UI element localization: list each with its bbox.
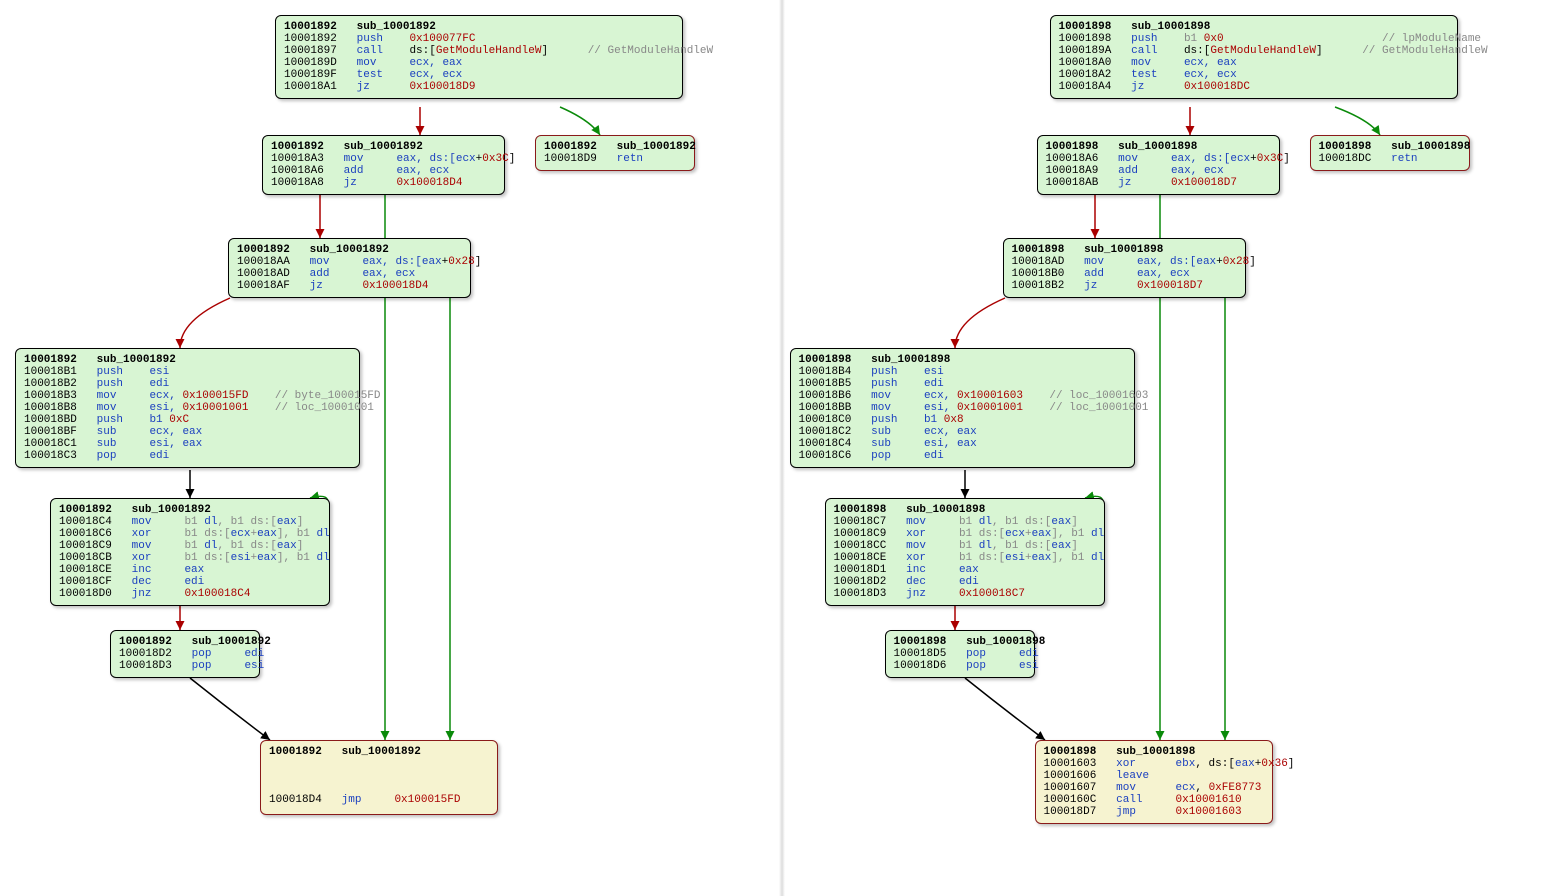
block-6[interactable]: 10001892 sub_10001892 100018D2 pop edi10… [110, 630, 260, 678]
block-1[interactable]: 10001892 sub_10001892 10001892 push 0x10… [275, 15, 683, 99]
addr: 10001892 [284, 21, 337, 33]
block-4[interactable]: 10001892 sub_10001892 100018B1 push esi1… [15, 348, 360, 468]
left-panel: 10001892 sub_10001892 10001892 push 0x10… [0, 0, 779, 896]
block-4[interactable]: 10001898 sub_10001898 100018B4 push esi1… [790, 348, 1135, 468]
fn-name: sub_10001892 [357, 21, 436, 33]
block-7[interactable]: 10001898 sub_10001898 10001603 xor ebx, … [1035, 740, 1273, 824]
block-2[interactable]: 10001898 sub_10001898 100018A6 mov eax, … [1037, 135, 1280, 195]
comparison-view: 10001892 sub_10001892 10001892 push 0x10… [0, 0, 1563, 896]
block-6[interactable]: 10001898 sub_10001898 100018D5 pop edi10… [885, 630, 1035, 678]
block-5[interactable]: 10001898 sub_10001898 100018C7 mov b1 dl… [825, 498, 1105, 606]
right-panel: 10001898 sub_10001898 10001898 push b1 0… [785, 0, 1563, 896]
block-retn[interactable]: 10001892 sub_10001892 100018D9 retn [535, 135, 695, 171]
block-3[interactable]: 10001892 sub_10001892 100018AA mov eax, … [228, 238, 471, 298]
block-3[interactable]: 10001898 sub_10001898 100018AD mov eax, … [1003, 238, 1246, 298]
block-retn[interactable]: 10001898 sub_10001898 100018DC retn [1310, 135, 1470, 171]
block-5[interactable]: 10001892 sub_10001892 100018C4 mov b1 dl… [50, 498, 330, 606]
block-7[interactable]: 10001892 sub_10001892 100018D4 jmp 0x100… [260, 740, 498, 815]
b1-body: 10001892 push 0x100077FC10001897 call ds… [284, 33, 674, 93]
block-1[interactable]: 10001898 sub_10001898 10001898 push b1 0… [1050, 15, 1458, 99]
block-2[interactable]: 10001892 sub_10001892 100018A3 mov eax, … [262, 135, 505, 195]
